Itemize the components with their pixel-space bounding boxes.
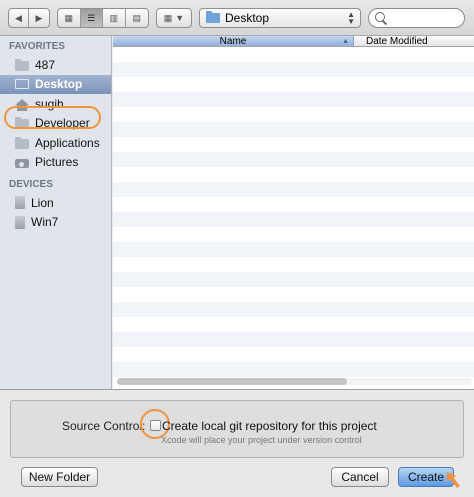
favorites-header: FAVORITES bbox=[9, 41, 65, 52]
file-list[interactable]: Name ▲ Date Modified bbox=[113, 36, 474, 389]
annotation-arrow-icon bbox=[447, 472, 460, 488]
applications-icon bbox=[15, 136, 29, 149]
camera-icon bbox=[15, 158, 29, 168]
sidebar-item-label: Desktop bbox=[35, 77, 83, 92]
search-field[interactable] bbox=[368, 8, 465, 28]
options-box: Source Control: Create local git reposit… bbox=[10, 400, 464, 458]
sidebar-item-applications[interactable]: Applications bbox=[0, 133, 111, 153]
git-hint-text: Xcode will place your project under vers… bbox=[161, 435, 362, 445]
home-icon bbox=[15, 98, 29, 111]
location-popup[interactable]: Desktop ▲ ▼ bbox=[199, 8, 361, 28]
toolbar: ◀ ▶ ▦ ☰ ▥ ▤ ▦ ▼ Desktop ▲ ▼ bbox=[0, 0, 474, 36]
source-control-label: Source Control: bbox=[62, 419, 146, 433]
back-arrow-icon[interactable]: ◀ bbox=[9, 9, 30, 27]
list-rows bbox=[113, 47, 474, 377]
coverflow-view-icon[interactable]: ▤ bbox=[126, 9, 148, 27]
cancel-button[interactable]: Cancel bbox=[331, 467, 389, 487]
bottom-panel: Source Control: Create local git reposit… bbox=[0, 389, 474, 497]
search-icon bbox=[375, 12, 385, 22]
git-repository-label[interactable]: Create local git repository for this pro… bbox=[162, 419, 377, 433]
sidebar-item-label: Applications bbox=[35, 135, 100, 150]
list-header: Name ▲ Date Modified bbox=[113, 36, 474, 47]
sidebar-item-win7[interactable]: Win7 bbox=[0, 213, 111, 233]
disk-icon bbox=[15, 215, 25, 229]
sidebar-item-pictures[interactable]: Pictures bbox=[0, 153, 111, 173]
desktop-icon bbox=[15, 79, 29, 90]
view-mode-control: ▦ ☰ ▥ ▤ bbox=[57, 8, 149, 28]
chevron-down-icon: ▼ bbox=[175, 13, 185, 23]
annotation-circle bbox=[4, 106, 101, 129]
back-forward-control: ◀ ▶ bbox=[8, 8, 50, 28]
arrange-menu-button[interactable]: ▦ ▼ bbox=[156, 8, 192, 28]
sidebar-item-label: 487 bbox=[35, 57, 56, 72]
sidebar-item-desktop[interactable]: Desktop bbox=[0, 74, 111, 94]
folder-icon bbox=[15, 58, 29, 71]
sort-ascending-icon: ▲ bbox=[342, 38, 349, 45]
forward-arrow-icon[interactable]: ▶ bbox=[29, 9, 49, 27]
location-label: Desktop bbox=[225, 11, 270, 25]
folder-icon bbox=[206, 11, 220, 23]
list-view-icon[interactable]: ☰ bbox=[80, 9, 103, 27]
scrollbar-thumb[interactable] bbox=[117, 378, 347, 385]
column-header-name[interactable]: Name ▲ bbox=[113, 36, 354, 47]
icon-view-icon[interactable]: ▦ bbox=[58, 9, 81, 27]
disk-icon bbox=[15, 196, 25, 210]
arrange-grid-icon: ▦ bbox=[163, 12, 173, 23]
devices-header: DEVICES bbox=[9, 179, 53, 190]
column-header-date-modified[interactable]: Date Modified bbox=[354, 36, 474, 47]
sidebar-item-label: Win7 bbox=[31, 215, 59, 230]
sidebar-item-label: Lion bbox=[31, 195, 54, 210]
sidebar-item-label: Pictures bbox=[35, 155, 79, 170]
horizontal-scrollbar[interactable] bbox=[117, 378, 472, 385]
updown-arrows-icon: ▲ ▼ bbox=[347, 10, 355, 26]
sidebar: FAVORITES 487 Desktop sugih Developer Ap… bbox=[0, 36, 112, 389]
sidebar-item-lion[interactable]: Lion bbox=[0, 193, 111, 213]
column-view-icon[interactable]: ▥ bbox=[103, 9, 126, 27]
sidebar-item-487[interactable]: 487 bbox=[0, 55, 111, 75]
new-folder-button[interactable]: New Folder bbox=[21, 467, 98, 487]
